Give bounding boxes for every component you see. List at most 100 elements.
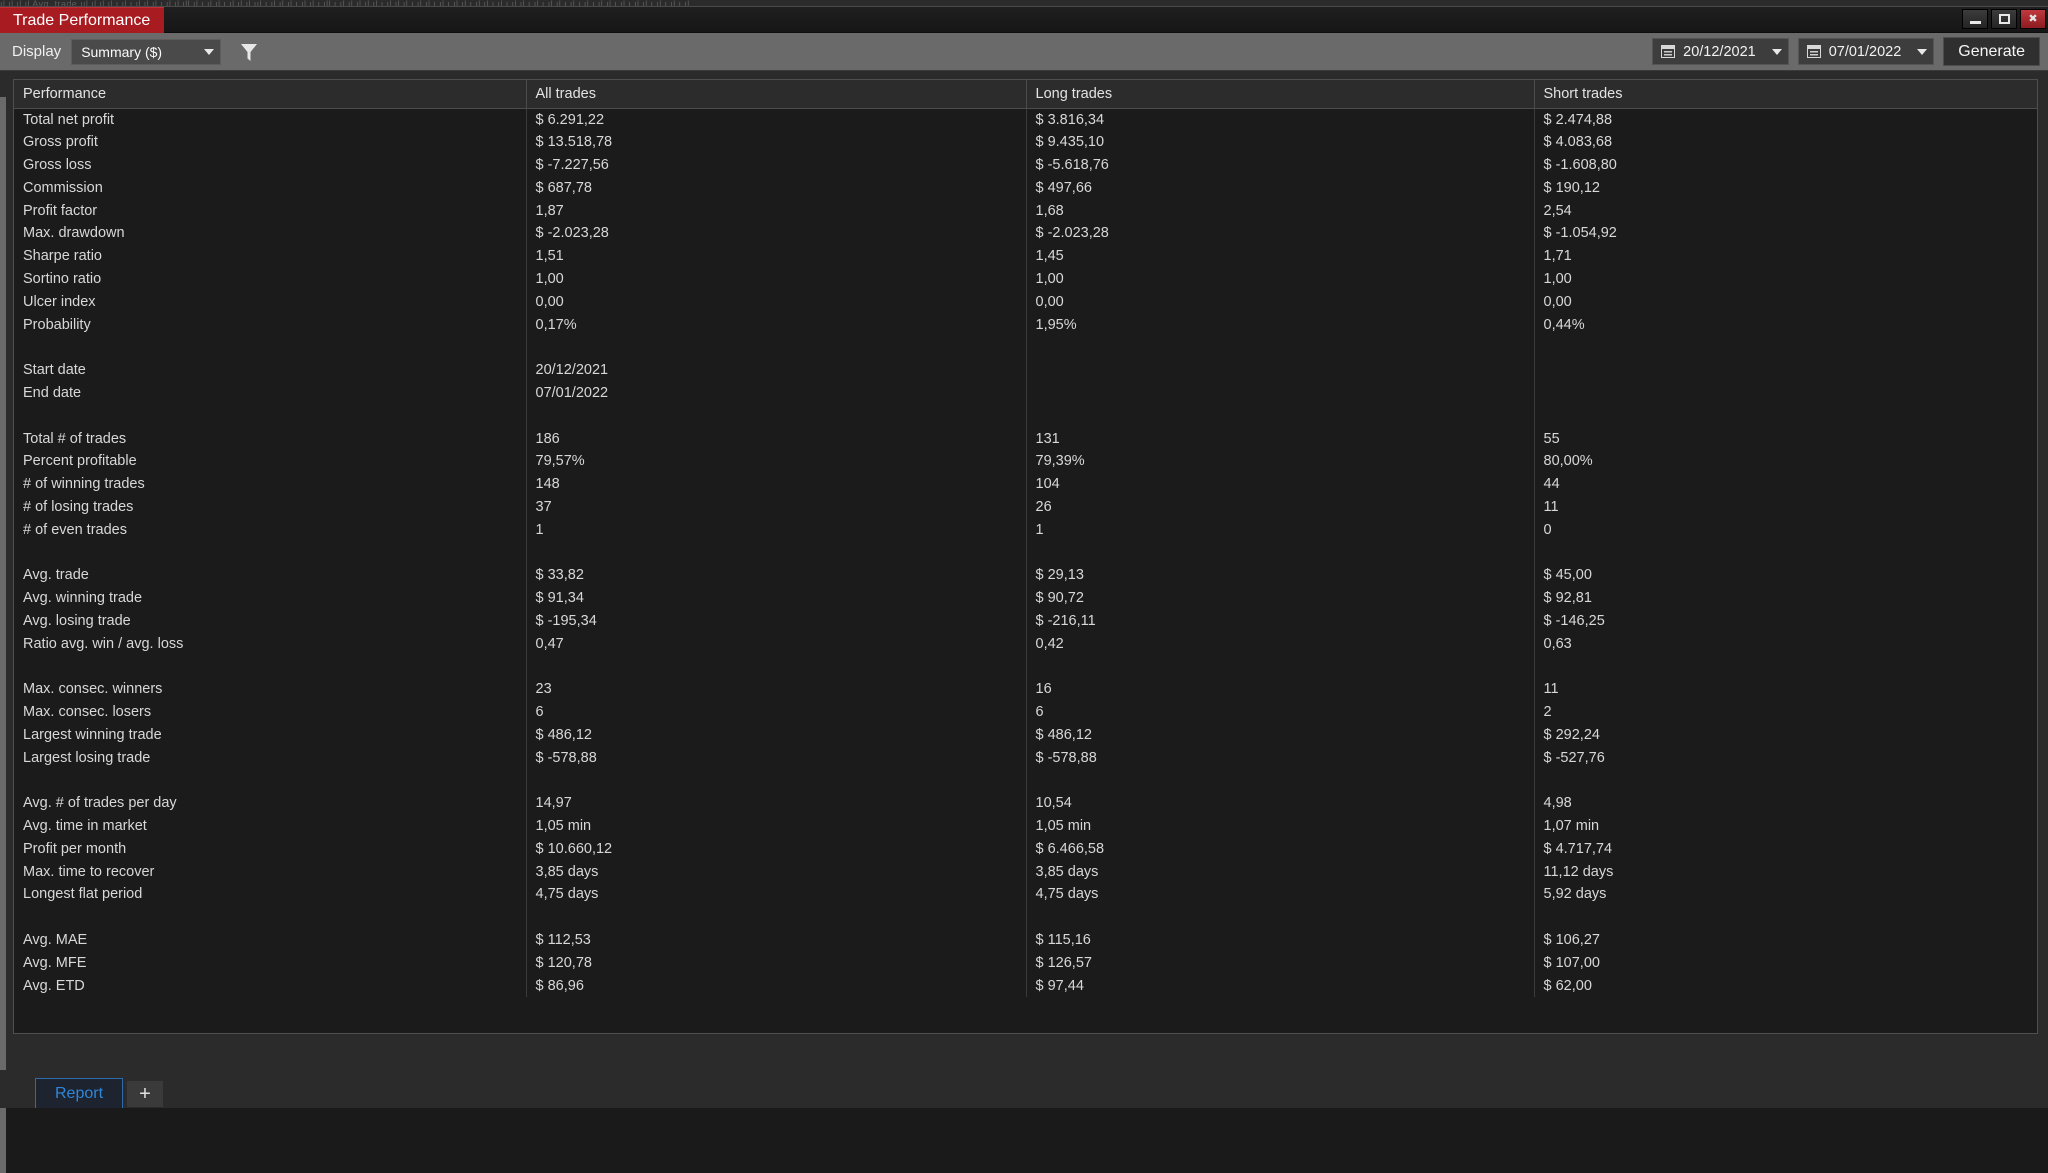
start-date-picker[interactable]: 20/12/2021 (1652, 38, 1789, 65)
row-label: Largest winning trade (14, 723, 527, 747)
maximize-button[interactable] (1991, 9, 2017, 29)
table-row[interactable]: Avg. MAE $ 112,53 $ 115,16 $ 106,27 (14, 928, 2037, 952)
table-row[interactable]: # of losing trades 37 26 11 (14, 495, 2037, 519)
table-spacer-row (14, 769, 2037, 792)
column-header-long-trades[interactable]: Long trades (1026, 80, 1535, 109)
table-row[interactable]: Total net profit $ 6.291,22 $ 3.816,34 $ 2.… (14, 108, 2037, 131)
table-row[interactable]: Max. drawdown $ -2.023,28 $ -2.023,28 $ -1.… (14, 221, 2037, 245)
row-label: Ulcer index (14, 290, 527, 314)
maximize-icon (1998, 14, 2010, 24)
cell-long-trades: 1,05 min (1026, 814, 1535, 838)
cell-all-trades: 6 (526, 700, 1027, 724)
cell-long-trades: 79,39% (1026, 449, 1535, 473)
cell-short-trades: 0,44% (1543, 316, 1585, 333)
table-row[interactable]: Profit factor 1,87 1,68 2,54 (14, 199, 2037, 222)
table-row[interactable]: # of even trades 1 1 0 (14, 518, 2037, 542)
table-row[interactable]: Sortino ratio 1,00 1,00 1,00 (14, 267, 2037, 291)
table-row[interactable]: End date 07/01/2022 (14, 381, 2037, 405)
cell-short-trades (1534, 382, 2037, 405)
cell-all-trades: 37 (526, 495, 1027, 519)
table-row[interactable]: Avg. losing trade $ -195,34 $ -216,11 $ -14… (14, 609, 2037, 633)
row-label: Avg. ETD (14, 974, 527, 998)
table-row[interactable]: Total # of trades 186 131 55 (14, 427, 2037, 450)
minimize-button[interactable] (1962, 9, 1988, 29)
row-label: Sharpe ratio (14, 244, 527, 268)
add-tab-button[interactable]: + (127, 1081, 163, 1107)
table-spacer-cell (526, 769, 1027, 792)
column-header-performance[interactable]: Performance (14, 80, 527, 109)
cell-all-trades: $ 120,78 (526, 951, 1027, 975)
cell-all-trades: 0,00 (526, 290, 1027, 314)
cell-short-trades: 11,12 days (1543, 863, 1614, 880)
table-row[interactable]: Probability 0,17% 1,95% 0,44% (14, 313, 2037, 336)
filter-icon[interactable] (239, 41, 259, 63)
cell-all-trades: 4,75 days (526, 883, 1027, 906)
cell-all-trades: $ -7.227,56 (526, 153, 1027, 177)
cell-all-trades: 0,47 (526, 632, 1027, 656)
table-row[interactable]: Largest winning trade $ 486,12 $ 486,12 $ 2… (14, 723, 2037, 747)
column-header-short-trades[interactable]: Short trades (1534, 80, 2037, 109)
cell-all-trades: 1,51 (526, 244, 1027, 268)
row-label: Start date (14, 358, 527, 382)
table-row[interactable]: Avg. MFE $ 120,78 $ 126,57 $ 107,00 (14, 951, 2037, 975)
table-row[interactable]: Avg. trade $ 33,82 $ 29,13 $ 45,00 (14, 563, 2037, 587)
cell-short-trades: $ -527,76 (1543, 749, 1605, 766)
cell-long-trades: 1,45 (1026, 244, 1535, 268)
table-row[interactable]: # of winning trades 148 104 44 (14, 472, 2037, 496)
table-row[interactable]: Avg. time in market 1,05 min 1,05 min 1,07 … (14, 814, 2037, 838)
table-row[interactable]: Max. consec. winners 23 16 11 (14, 677, 2037, 701)
cell-all-trades: 1,87 (526, 199, 1027, 222)
close-button[interactable]: ✖ (2020, 9, 2046, 29)
cell-long-trades: 6 (1026, 700, 1535, 724)
table-row[interactable]: Ratio avg. win / avg. loss 0,47 0,42 0,63 (14, 632, 2037, 656)
table-row[interactable]: Avg. ETD $ 86,96 $ 97,44 $ 62,00 (14, 974, 2037, 998)
table-header: Performance All trades Long trades Short… (14, 80, 2037, 109)
table-spacer-cell (14, 541, 527, 564)
cell-all-trades: 1,00 (526, 267, 1027, 291)
table-row[interactable]: Profit per month $ 10.660,12 $ 6.466,58 $ 4… (14, 837, 2037, 861)
minimize-icon (1969, 20, 1981, 24)
table-row[interactable]: Percent profitable 79,57% 79,39% 80,00% (14, 449, 2037, 473)
table-row[interactable]: Start date 20/12/2021 (14, 358, 2037, 382)
table-row[interactable]: Max. time to recover 3,85 days 3,85 days 11… (14, 860, 2037, 884)
tab-report[interactable]: Report (35, 1078, 123, 1108)
table-spacer-cell (526, 404, 1027, 428)
cell-short-trades: 11 (1543, 681, 1559, 698)
table-spacer-cell (526, 541, 1027, 564)
cell-all-trades: $ 33,82 (526, 563, 1027, 587)
row-label: Avg. time in market (14, 814, 527, 838)
table-spacer-cell (1534, 336, 2037, 359)
row-label: Total # of trades (14, 427, 527, 450)
performance-table: Performance All trades Long trades Short… (14, 80, 2037, 998)
column-header-all-trades[interactable]: All trades (526, 80, 1027, 109)
row-label: Avg. MAE (14, 928, 527, 952)
window-title[interactable]: Trade Performance (0, 7, 165, 33)
table-row[interactable]: Avg. # of trades per day 14,97 10,54 4,98 (14, 791, 2037, 815)
cell-all-trades: 148 (526, 472, 1027, 496)
table-row[interactable]: Ulcer index 0,00 0,00 0,00 (14, 290, 2037, 314)
table-spacer-cell (526, 905, 1027, 929)
table-row[interactable]: Gross loss $ -7.227,56 $ -5.618,76 $ -1.608… (14, 153, 2037, 177)
cell-short-trades: $ 107,00 (1543, 954, 1600, 971)
table-row[interactable]: Sharpe ratio 1,51 1,45 1,71 (14, 244, 2037, 268)
cell-long-trades: $ -216,11 (1026, 609, 1535, 633)
display-mode-select[interactable]: Summary ($) (71, 38, 222, 65)
table-row[interactable]: Avg. winning trade $ 91,34 $ 90,72 $ 92,81 (14, 586, 2037, 610)
table-row[interactable]: Gross profit $ 13.518,78 $ 9.435,10 $ 4.083… (14, 130, 2037, 154)
table-row[interactable]: Longest flat period 4,75 days 4,75 days 5,9… (14, 883, 2037, 906)
table-row[interactable]: Max. consec. losers 6 6 2 (14, 700, 2037, 724)
table-row[interactable]: Commission $ 687,78 $ 497,66 $ 190,12 (14, 176, 2037, 200)
row-label: Sortino ratio (14, 267, 527, 291)
generate-button[interactable]: Generate (1943, 37, 2040, 66)
cell-long-trades: 1,68 (1026, 199, 1535, 222)
row-label: Avg. trade (14, 563, 527, 587)
cell-all-trades: 0,17% (526, 313, 1027, 336)
end-date-value: 07/01/2022 (1828, 43, 1902, 60)
cell-long-trades: 0,42 (1026, 632, 1535, 656)
row-label: Ratio avg. win / avg. loss (14, 632, 527, 656)
table-row[interactable]: Largest losing trade $ -578,88 $ -578,88 $ … (14, 746, 2037, 770)
cell-long-trades: 131 (1026, 427, 1535, 450)
cell-all-trades: 79,57% (526, 449, 1027, 473)
cell-short-trades: 80,00% (1543, 453, 1593, 470)
end-date-picker[interactable]: 07/01/2022 (1797, 38, 1935, 65)
